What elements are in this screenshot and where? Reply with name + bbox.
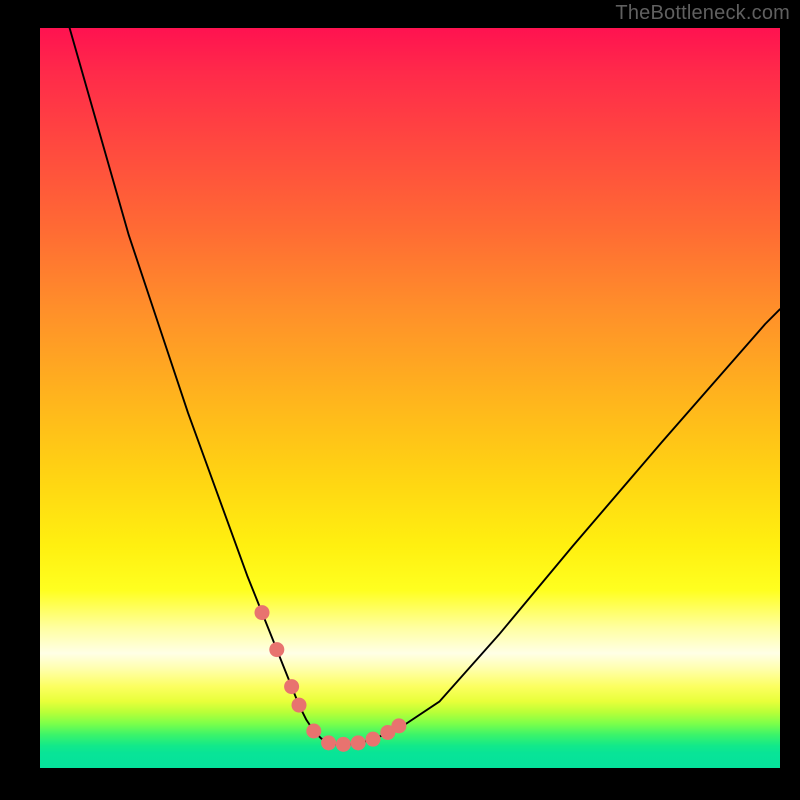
marker-point — [306, 724, 321, 739]
marker-point — [255, 605, 270, 620]
marker-point — [269, 642, 284, 657]
marker-point — [284, 679, 299, 694]
marker-point — [321, 735, 336, 750]
chart-svg — [40, 28, 780, 768]
marker-point — [336, 737, 351, 752]
marker-point — [292, 698, 307, 713]
bottleneck-curve — [70, 28, 780, 744]
marker-point — [351, 735, 366, 750]
chart-stage: TheBottleneck.com — [0, 0, 800, 800]
watermark-text: TheBottleneck.com — [615, 2, 790, 25]
marker-group — [255, 605, 407, 752]
marker-point — [391, 718, 406, 733]
marker-point — [366, 732, 381, 747]
plot-area — [40, 28, 780, 768]
